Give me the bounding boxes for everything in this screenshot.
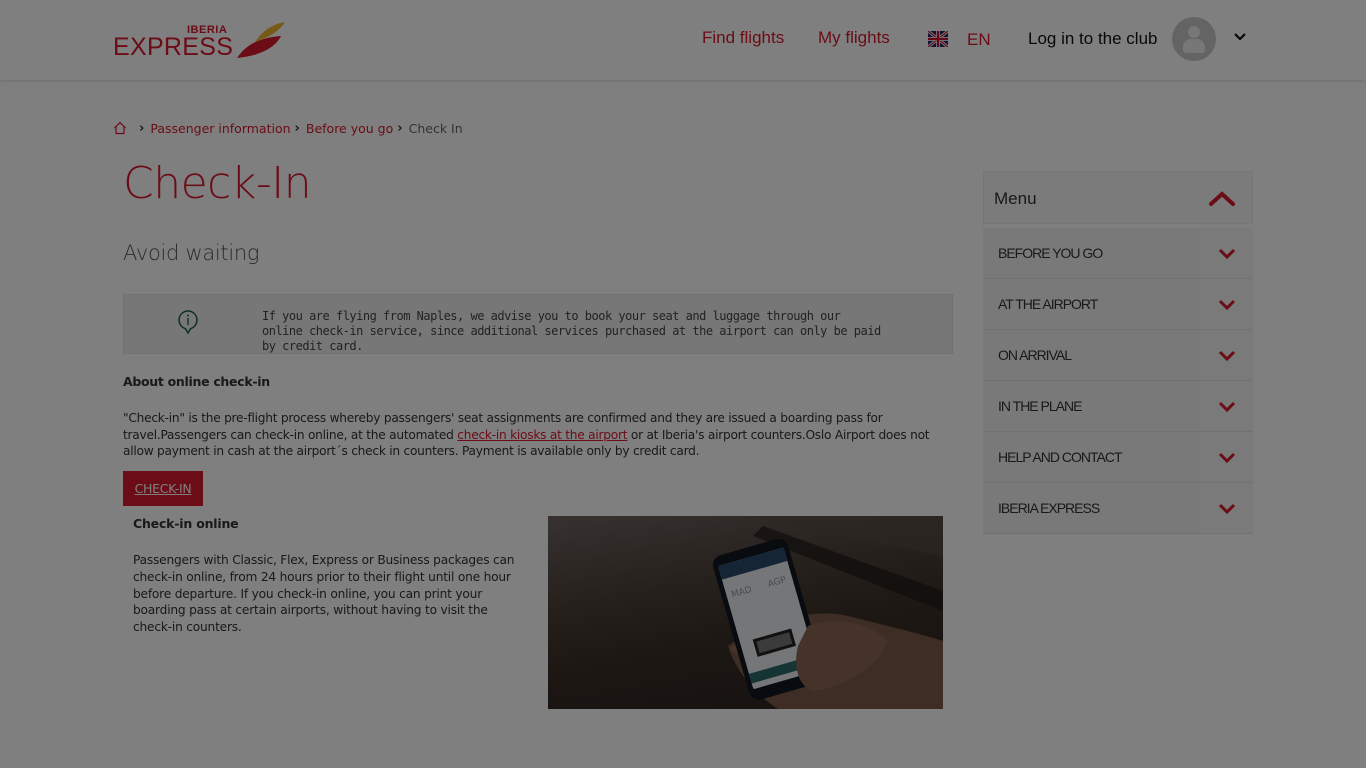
modal-backdrop-overlay[interactable]: [0, 0, 1366, 768]
